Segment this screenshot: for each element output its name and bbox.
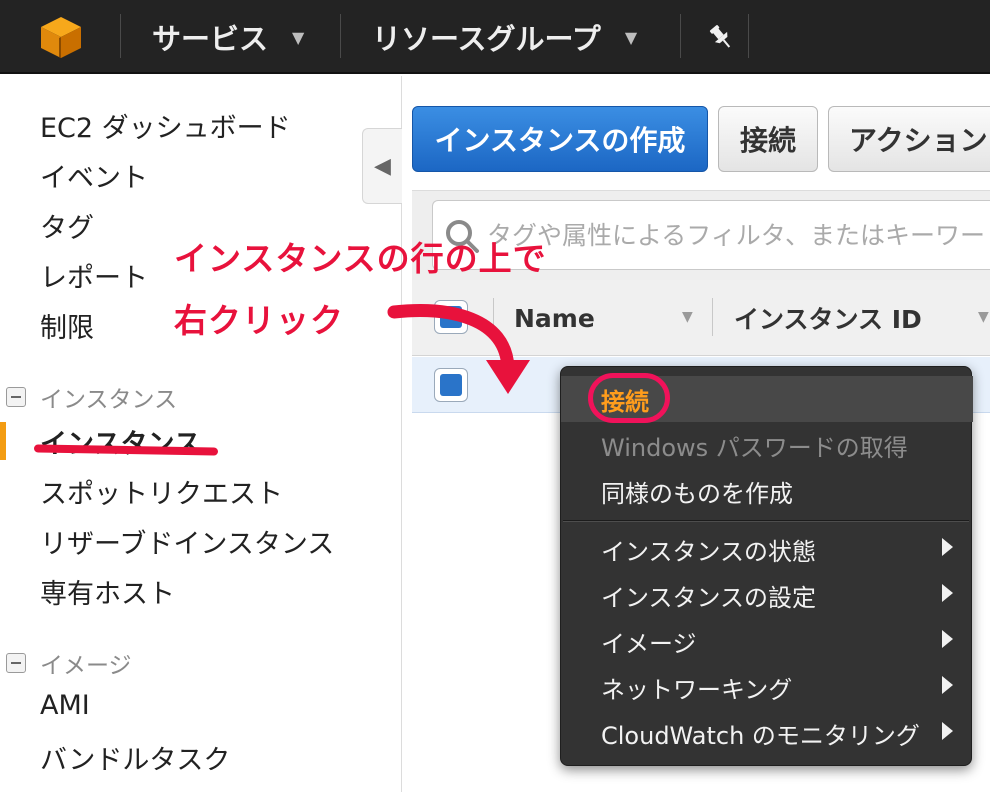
actions-button[interactable]: アクション	[828, 106, 990, 172]
menu-item-label: インスタンスの状態	[601, 537, 817, 566]
sidebar-collapse-button[interactable]: ◀	[362, 128, 402, 204]
sort-caret-icon[interactable]: ▼	[978, 309, 989, 325]
sidebar-item-tags[interactable]: タグ	[40, 206, 94, 245]
submenu-arrow-icon	[942, 584, 953, 602]
menu-item-get-windows-password: Windows パスワードの取得	[561, 422, 973, 468]
submenu-arrow-icon	[942, 722, 953, 740]
connect-button[interactable]: 接続	[718, 106, 818, 172]
search-input[interactable]	[487, 220, 990, 250]
menu-item-image[interactable]: イメージ	[561, 618, 973, 664]
sidebar-item-ec2-dashboard[interactable]: EC2 ダッシュボード	[40, 106, 291, 145]
sidebar-item-events[interactable]: イベント	[40, 156, 148, 195]
column-divider	[712, 298, 713, 336]
menu-item-label: Windows パスワードの取得	[601, 433, 908, 462]
menu-item-cloudwatch-monitoring[interactable]: CloudWatch のモニタリング	[561, 710, 973, 756]
sidebar-section-instances[interactable]: インスタンス	[6, 380, 177, 414]
chevron-down-icon: ▼	[292, 27, 305, 47]
menu-item-label: CloudWatch のモニタリング	[601, 721, 920, 750]
sidebar-item-spot-requests[interactable]: スポットリクエスト	[40, 472, 283, 511]
topbar-divider	[680, 14, 681, 58]
menu-item-label: ネットワーキング	[601, 675, 793, 704]
menu-item-label: インスタンスの設定	[601, 583, 817, 612]
aws-cube-icon[interactable]	[38, 14, 84, 60]
sidebar-item-bundle-tasks[interactable]: バンドルタスク	[40, 738, 230, 777]
chevron-down-icon: ▼	[624, 27, 638, 47]
submenu-arrow-icon	[942, 538, 953, 556]
menu-item-label: 同様のものを作成	[601, 479, 793, 508]
sidebar-section-title: イメージ	[40, 653, 132, 679]
submenu-arrow-icon	[942, 676, 953, 694]
chevron-left-icon: ◀	[374, 153, 391, 179]
menu-item-label: イメージ	[601, 629, 697, 658]
column-header-instance-id[interactable]: インスタンス ID	[734, 280, 922, 356]
create-instance-button[interactable]: インスタンスの作成	[412, 106, 708, 172]
sidebar-item-reserved-instances[interactable]: リザーブドインスタンス	[40, 522, 334, 561]
menu-item-networking[interactable]: ネットワーキング	[561, 664, 973, 710]
sidebar-section-title: インスタンス	[40, 387, 178, 413]
collapse-section-icon[interactable]	[6, 653, 26, 673]
annotation-arrow-icon	[387, 304, 530, 394]
sidebar-item-ami[interactable]: AMI	[40, 690, 90, 721]
annotation-text-line2: 右クリック	[174, 301, 344, 340]
resource-groups-menu[interactable]: リソースグループ ▼	[372, 0, 637, 74]
collapse-section-icon[interactable]	[6, 387, 26, 407]
active-item-indicator	[0, 422, 6, 460]
sidebar-item-limits[interactable]: 制限	[40, 306, 94, 345]
sidebar-item-instances[interactable]: インスタンス	[40, 422, 201, 461]
menu-item-instance-settings[interactable]: インスタンスの設定	[561, 572, 973, 618]
annotation-text-line1: インスタンスの行の上で	[174, 239, 547, 278]
sort-caret-icon[interactable]: ▼	[682, 309, 693, 325]
menu-item-launch-more-like-this[interactable]: 同様のものを作成	[561, 468, 973, 514]
submenu-arrow-icon	[942, 630, 953, 648]
pushpin-icon[interactable]	[706, 22, 736, 52]
topbar-divider	[748, 14, 749, 58]
sidebar-section-images[interactable]: イメージ	[6, 646, 132, 680]
annotation-highlight-circle	[588, 373, 670, 423]
context-menu: 接続 Windows パスワードの取得 同様のものを作成 インスタンスの状態 イ…	[560, 366, 973, 766]
menu-separator	[563, 520, 969, 522]
top-navigation-bar: サービス ▼ リソースグループ ▼	[0, 0, 990, 74]
sidebar-item-dedicated-hosts[interactable]: 専有ホスト	[40, 572, 175, 611]
services-menu[interactable]: サービス ▼	[152, 0, 304, 74]
topbar-divider	[120, 14, 121, 58]
menu-item-instance-state[interactable]: インスタンスの状態	[561, 526, 973, 572]
topbar-divider	[340, 14, 341, 58]
services-label: サービス	[152, 22, 269, 56]
resource-groups-label: リソースグループ	[372, 22, 601, 56]
sidebar-navigation: EC2 ダッシュボード イベント タグ レポート 制限 インスタンス インスタン…	[0, 76, 402, 792]
sidebar-item-reports[interactable]: レポート	[40, 256, 148, 295]
